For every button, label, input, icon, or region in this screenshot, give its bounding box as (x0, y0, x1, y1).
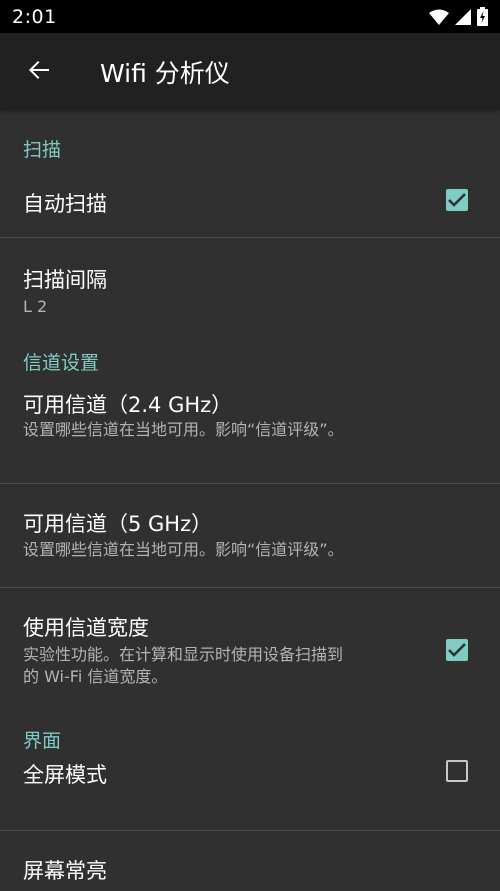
pref-channel-width-summary-line2: 的 Wi-Fi 信道宽度。 (23, 667, 168, 686)
auto-scan-checkbox[interactable] (446, 189, 468, 211)
pref-auto-scan[interactable]: 自动扫描 (0, 185, 500, 237)
category-channel: 信道设置 (23, 352, 100, 374)
pref-fullscreen-title: 全屏模式 (23, 763, 107, 787)
pref-channel-width[interactable]: 使用信道宽度 实验性功能。在计算和显示时使用设备扫描到 的 Wi-Fi 信道宽度… (0, 588, 500, 715)
status-bar: 2:01 (0, 0, 500, 33)
pref-channels-24[interactable]: 可用信道（2.4 GHz） 设置哪些信道在当地可用。影响“信道评级”。 (0, 379, 500, 483)
pref-auto-scan-title: 自动扫描 (23, 192, 107, 216)
status-icons (429, 7, 488, 26)
category-scan: 扫描 (23, 139, 62, 161)
pref-scan-interval-summary: L 2 (23, 297, 48, 316)
channel-width-checkbox[interactable] (446, 639, 468, 661)
pref-screen-on-title: 屏幕常亮 (23, 859, 107, 883)
page-title: Wifi 分析仪 (100, 58, 230, 88)
pref-channels-5[interactable]: 可用信道（5 GHz） 设置哪些信道在当地可用。影响“信道评级”。 (0, 484, 500, 587)
app-bar: Wifi 分析仪 (0, 33, 500, 110)
pref-scan-interval-title: 扫描间隔 (23, 268, 107, 292)
status-time: 2:01 (12, 5, 57, 28)
preferences-list: 扫描 自动扫描 扫描间隔 L 2 信道设置 可用信道（2.4 GHz） 设置哪些… (0, 110, 500, 891)
arrow-back-icon (27, 58, 51, 86)
category-ui: 界面 (23, 730, 62, 752)
pref-channels-24-summary: 设置哪些信道在当地可用。影响“信道评级”。 (23, 420, 344, 439)
pref-scan-interval[interactable]: 扫描间隔 L 2 (0, 238, 500, 342)
pref-channel-width-title: 使用信道宽度 (23, 616, 149, 640)
back-button[interactable] (24, 57, 54, 87)
wifi-icon (429, 9, 449, 25)
pref-fullscreen[interactable]: 全屏模式 (0, 755, 500, 830)
fullscreen-checkbox[interactable] (446, 760, 468, 782)
pref-channels-24-title: 可用信道（2.4 GHz） (23, 393, 233, 417)
pref-channel-width-summary-line1: 实验性功能。在计算和显示时使用设备扫描到 (23, 645, 344, 664)
pref-channels-5-summary: 设置哪些信道在当地可用。影响“信道评级”。 (23, 540, 344, 559)
pref-screen-on[interactable]: 屏幕常亮 (0, 831, 500, 891)
pref-channels-5-title: 可用信道（5 GHz） (23, 512, 213, 536)
battery-charging-icon (477, 7, 488, 26)
signal-icon (455, 8, 471, 25)
